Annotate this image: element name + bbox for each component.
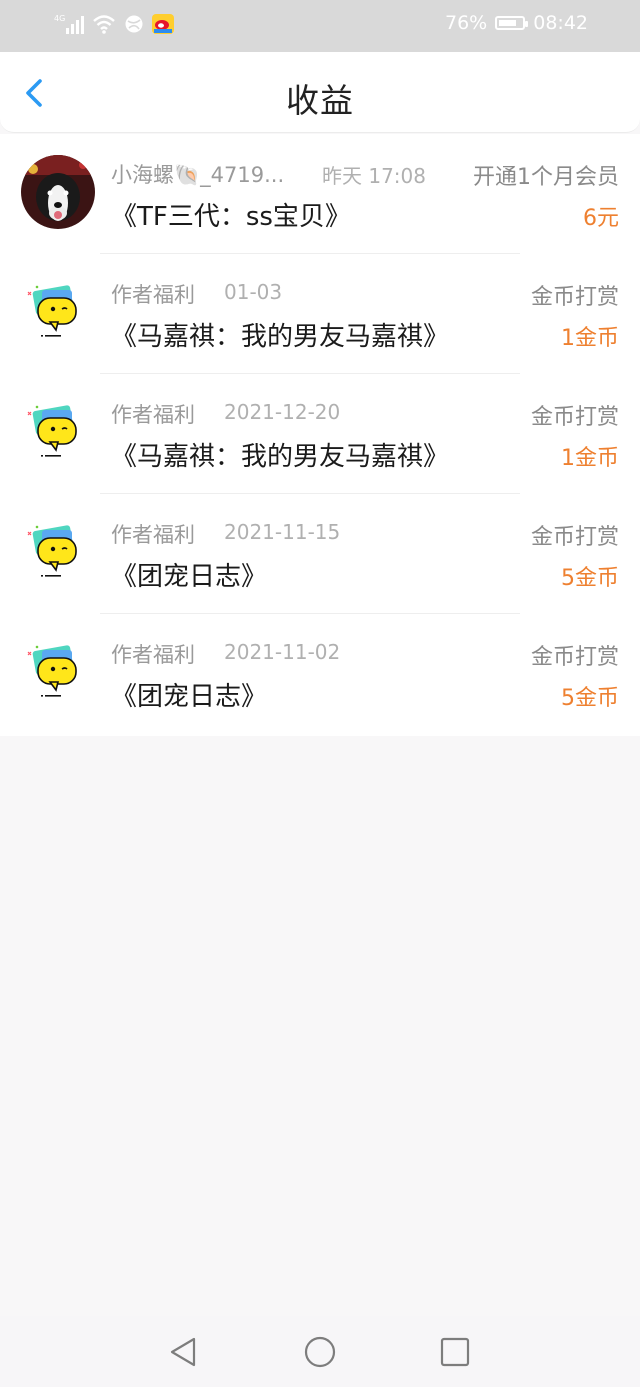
vpn-globe-icon <box>124 14 144 38</box>
wifi-icon <box>92 13 116 39</box>
earning-type: 开通1个月会员 <box>473 165 619 190</box>
list-item[interactable]: 作者福利 2021-12-20 金币打赏 《马嘉祺：我的男友马嘉祺》 1金币 <box>0 374 640 494</box>
status-right: 76% 08:42 <box>445 12 588 34</box>
date-label: 2021-12-20 <box>224 400 341 424</box>
speech-bubble-icon <box>27 405 77 457</box>
speech-bubble-avatar <box>20 638 86 704</box>
earning-amount: 1金币 <box>561 446 619 471</box>
source-label: 作者福利 <box>111 523 195 547</box>
back-triangle-icon <box>170 1337 196 1367</box>
book-title: 《团宠日志》 <box>111 682 268 712</box>
earning-type: 金币打赏 <box>530 285 619 310</box>
date-label: 2021-11-15 <box>224 520 341 544</box>
earnings-list: 小海螺🐚_4719... 昨天 17:08 开通1个月会员 《TF三代：ss宝贝… <box>0 134 640 736</box>
book-title: 《马嘉祺：我的男友马嘉祺》 <box>111 322 450 352</box>
weibo-icon <box>152 14 174 38</box>
speech-bubble-avatar <box>20 278 86 344</box>
list-item[interactable]: 作者福利 01-03 金币打赏 《马嘉祺：我的男友马嘉祺》 1金币 <box>0 254 640 374</box>
speech-bubble-avatar <box>20 518 86 584</box>
earning-type: 金币打赏 <box>530 405 619 430</box>
battery-fill <box>499 20 517 26</box>
list-item[interactable]: 作者福利 2021-11-02 金币打赏 《团宠日志》 5金币 <box>0 614 640 734</box>
book-title: 《TF三代：ss宝贝》 <box>111 202 351 232</box>
app-header: 收益 <box>0 52 640 133</box>
book-title: 《团宠日志》 <box>111 562 268 592</box>
list-item[interactable]: 小海螺🐚_4719... 昨天 17:08 开通1个月会员 《TF三代：ss宝贝… <box>0 134 640 254</box>
earning-amount: 1金币 <box>561 326 619 351</box>
system-home-button[interactable] <box>302 1334 338 1370</box>
page-title: 收益 <box>286 81 354 120</box>
system-recents-button[interactable] <box>437 1334 473 1370</box>
system-navigation-bar <box>0 1316 640 1387</box>
home-circle-icon <box>304 1336 336 1368</box>
speech-bubble-icon <box>27 645 77 697</box>
list-item[interactable]: 作者福利 2021-11-15 金币打赏 《团宠日志》 5金币 <box>0 494 640 614</box>
earning-amount: 5金币 <box>561 686 619 711</box>
avatar <box>21 155 95 229</box>
earning-type: 金币打赏 <box>530 645 619 670</box>
date-label: 昨天 17:08 <box>322 164 426 188</box>
recents-square-icon <box>440 1337 470 1367</box>
clock: 08:42 <box>533 12 588 34</box>
source-label: 作者福利 <box>111 643 195 667</box>
date-label: 2021-11-02 <box>224 640 341 664</box>
earning-amount: 5金币 <box>561 566 619 591</box>
speech-bubble-icon <box>27 525 77 577</box>
source-label: 小海螺🐚_4719... <box>111 163 285 187</box>
speech-bubble-avatar <box>20 398 86 464</box>
status-bar: 4G 76% 08:42 <box>0 0 640 52</box>
source-label: 作者福利 <box>111 283 195 307</box>
signal-icon: 4G <box>54 12 84 40</box>
speech-bubble-icon <box>27 285 77 337</box>
dog-photo-avatar <box>21 155 95 229</box>
battery-icon <box>495 16 529 30</box>
battery-percent: 76% <box>445 12 488 34</box>
source-label: 作者福利 <box>111 403 195 427</box>
svg-text:4G: 4G <box>54 14 65 23</box>
system-back-button[interactable] <box>166 1334 202 1370</box>
status-left: 4G <box>54 12 174 40</box>
date-label: 01-03 <box>224 280 283 304</box>
earning-amount: 6元 <box>583 206 619 231</box>
earning-type: 金币打赏 <box>530 525 619 550</box>
book-title: 《马嘉祺：我的男友马嘉祺》 <box>111 442 450 472</box>
